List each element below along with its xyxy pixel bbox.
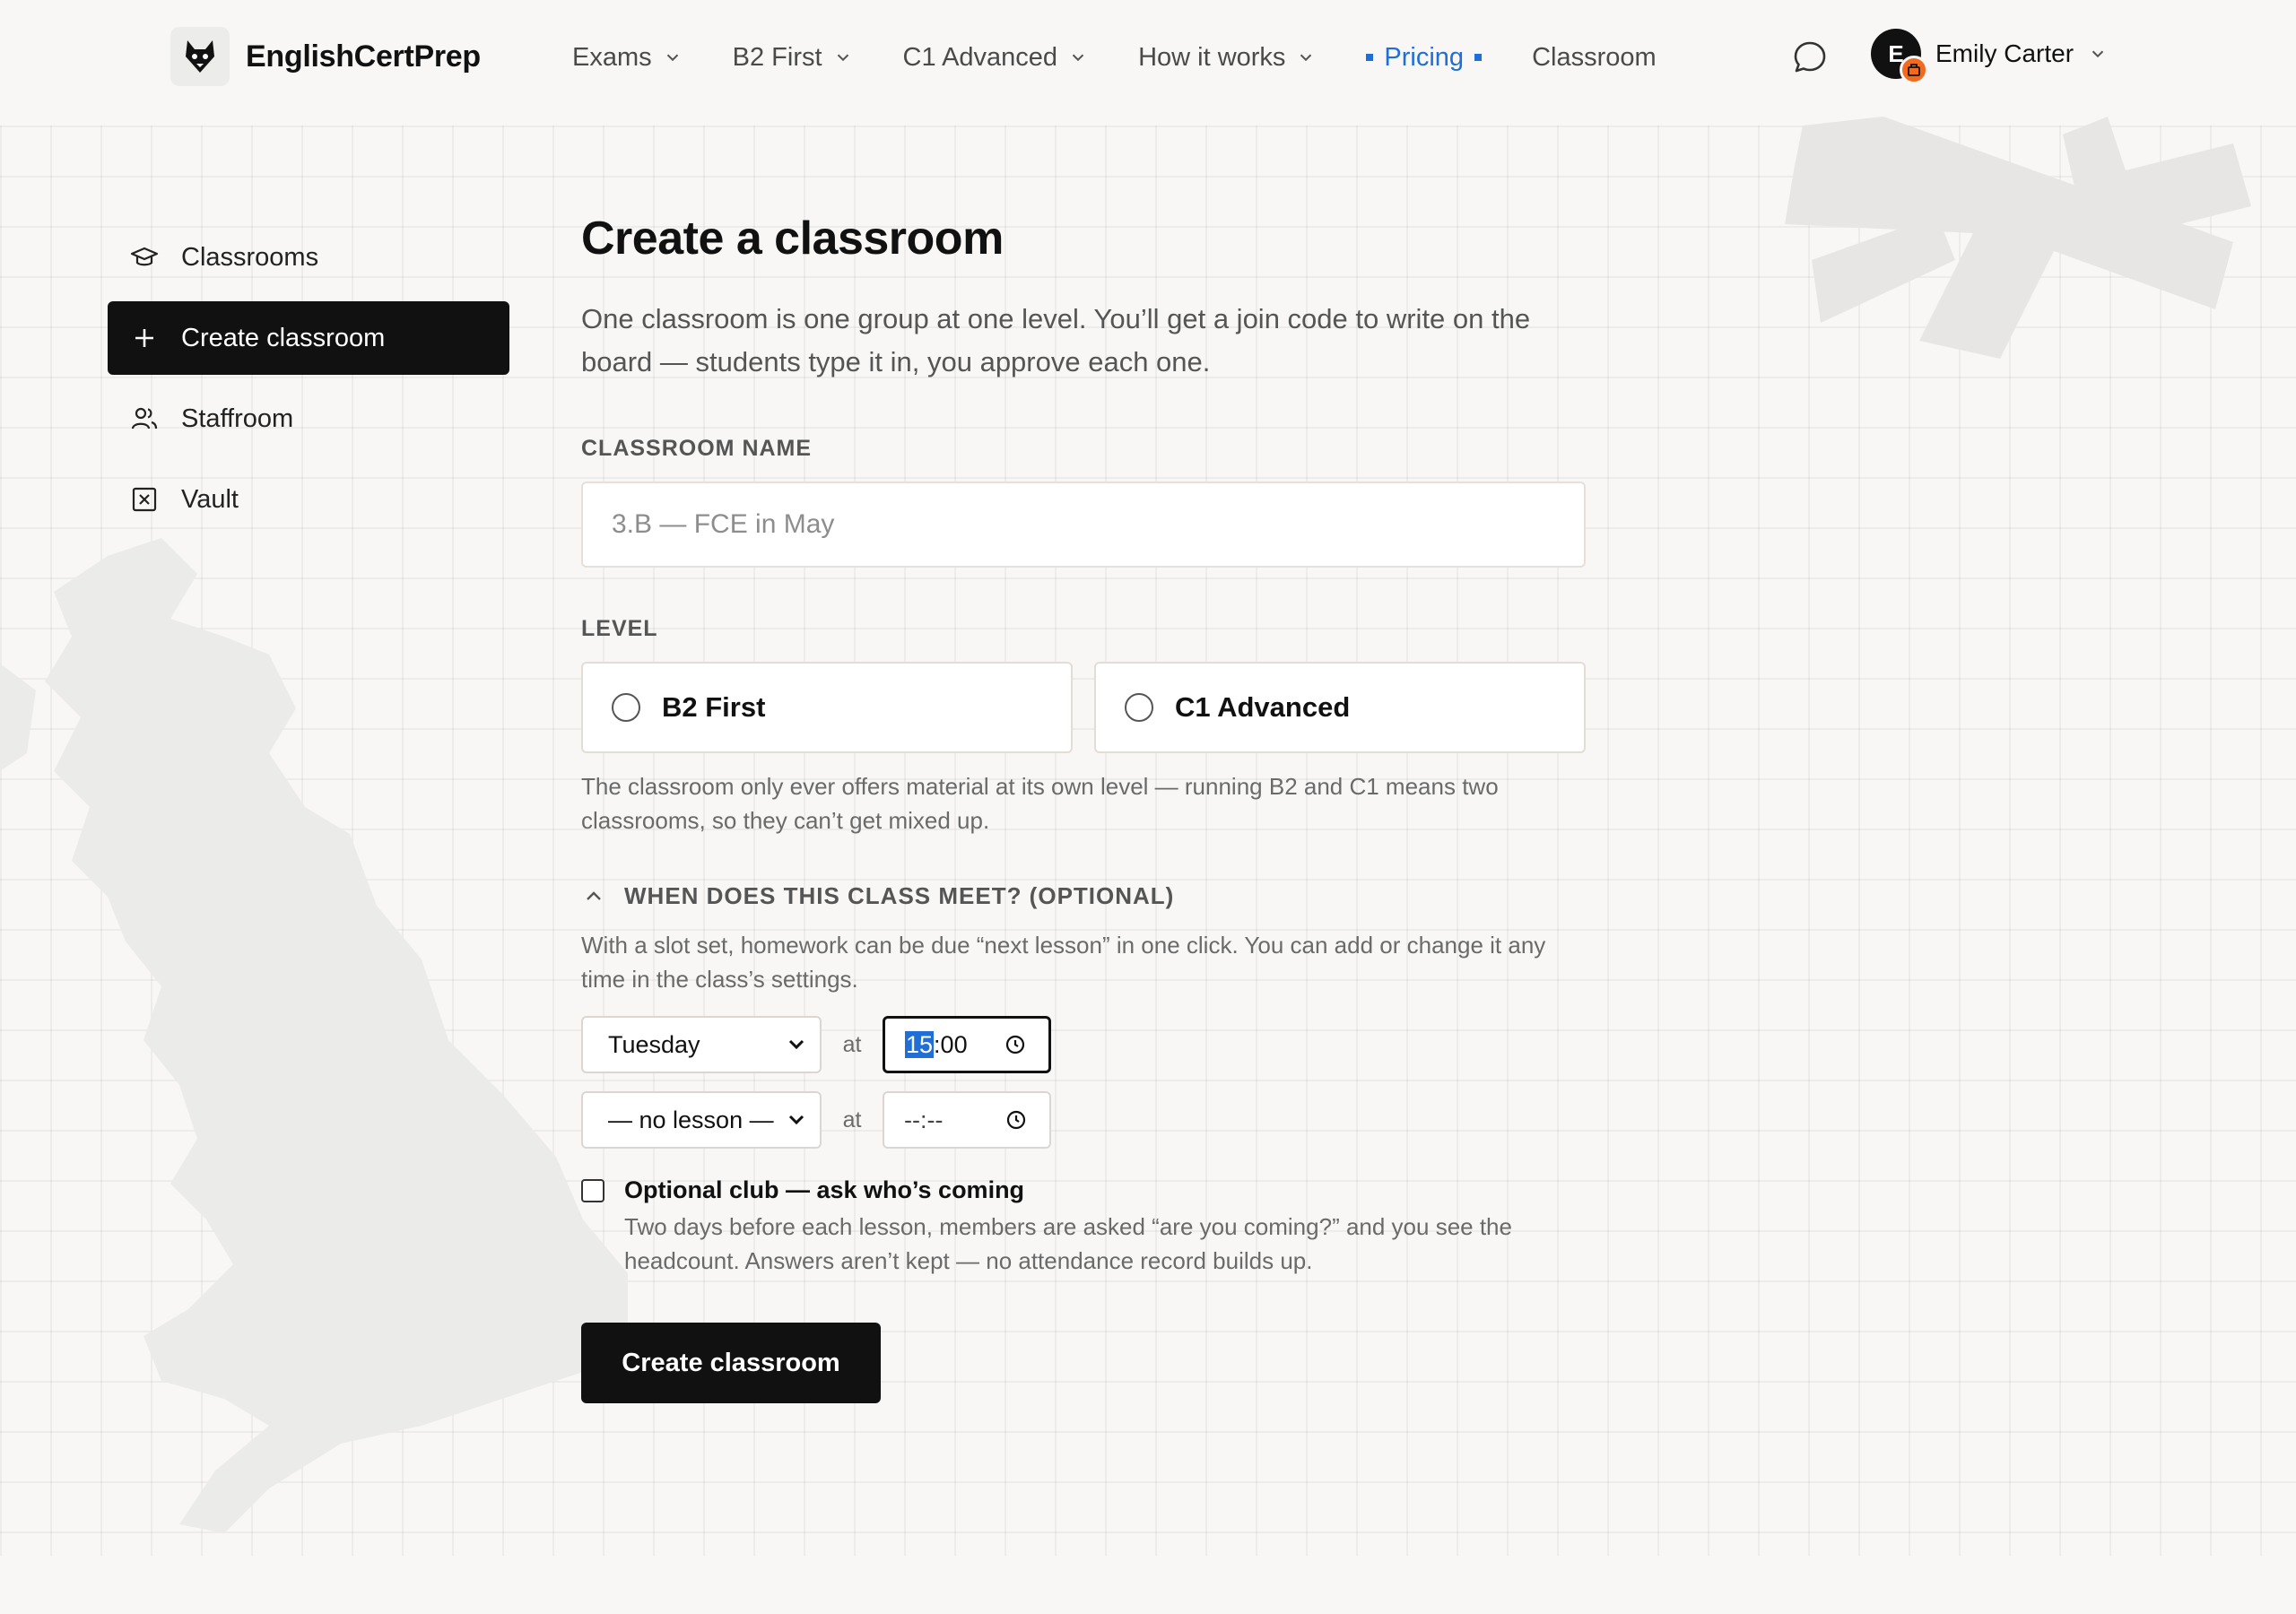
optional-club-row: Optional club — ask who’s coming Two day… [581, 1174, 1586, 1278]
nav-exams-label: Exams [572, 42, 652, 72]
brand[interactable]: EnglishCertPrep [170, 27, 481, 86]
nav-classroom-label: Classroom [1532, 42, 1657, 72]
fox-icon [170, 27, 230, 86]
optional-club-text: Optional club — ask who’s coming Two day… [624, 1174, 1602, 1278]
create-classroom-form: Create a classroom One classroom is one … [581, 212, 1586, 1403]
main-nav: Exams B2 First C1 Advanced How it works … [572, 36, 1707, 79]
chevron-down-icon [666, 54, 678, 62]
chevron-down-icon [788, 1039, 804, 1050]
nav-classroom[interactable]: Classroom [1532, 43, 1657, 73]
optional-club-checkbox[interactable] [581, 1179, 604, 1202]
slot-day-value: — no lesson — [608, 1106, 774, 1133]
sidebar-item-create-classroom[interactable]: Create classroom [108, 301, 509, 375]
nav-b2-first[interactable]: B2 First [733, 43, 853, 73]
nav-c1-advanced[interactable]: C1 Advanced [903, 43, 1089, 73]
sidebar-item-label: Create classroom [181, 323, 386, 352]
sidebar-item-classrooms[interactable]: Classrooms [108, 221, 509, 294]
slot-row-2: — no lesson — at --:-- [581, 1091, 1586, 1149]
nav-pricing-label: Pricing [1384, 42, 1465, 72]
create-classroom-button[interactable]: Create classroom [581, 1323, 881, 1403]
sidebar-item-label: Vault [181, 484, 239, 514]
sidebar-item-label: Staffroom [181, 404, 294, 433]
slot-1-time-input[interactable]: 15:00 [883, 1016, 1051, 1073]
slot-day-value: Tuesday [608, 1030, 700, 1058]
level-options: B2 First C1 Advanced [581, 662, 1586, 753]
nav-exams[interactable]: Exams [572, 43, 683, 73]
meet-help-text: With a slot set, homework can be due “ne… [581, 932, 1546, 993]
clock-icon[interactable] [1004, 1108, 1028, 1132]
classroom-name-input[interactable] [581, 482, 1586, 568]
time-hour-selected: 15 [905, 1030, 935, 1058]
page-title: Create a classroom [581, 213, 1004, 265]
badge-icon [1900, 56, 1928, 84]
at-label: at [842, 1031, 862, 1057]
users-icon [131, 407, 158, 430]
user-name: Emily Carter [1935, 39, 2074, 67]
meet-section-toggle[interactable]: WHEN DOES THIS CLASS MEET? (OPTIONAL) [581, 882, 1586, 910]
page-description: One classroom is one group at one level.… [581, 303, 1531, 377]
nav-how-it-works-label: How it works [1138, 42, 1286, 72]
slot-row-1: Tuesday at 15:00 [581, 1016, 1586, 1073]
radio-c1-advanced[interactable] [1125, 693, 1153, 722]
chevron-down-icon [837, 54, 848, 62]
chevron-down-icon [2092, 50, 2104, 58]
active-marker-left [1366, 54, 1374, 61]
radio-b2-first[interactable] [612, 693, 640, 722]
plus-icon [135, 329, 153, 347]
graduation-cap-icon [130, 247, 159, 266]
level-label: LEVEL [581, 616, 658, 641]
slot-2-day-select[interactable]: — no lesson — [581, 1091, 822, 1149]
chevron-down-icon [788, 1115, 804, 1125]
sidebar-item-label: Classrooms [181, 242, 319, 272]
asterisk-decoration [1785, 117, 2251, 359]
classroom-name-label: CLASSROOM NAME [581, 436, 813, 461]
level-option-label: C1 Advanced [1175, 691, 1351, 723]
time-minutes: :00 [934, 1030, 968, 1058]
optional-club-title[interactable]: Optional club — ask who’s coming [624, 1174, 1602, 1206]
chat-icon[interactable] [1792, 39, 1828, 75]
clock-icon[interactable] [1004, 1033, 1027, 1056]
time-value: --:-- [904, 1106, 944, 1133]
sidebar-item-vault[interactable]: Vault [108, 463, 509, 536]
sidebar: Classrooms Create classroom Staffroom Va… [108, 221, 509, 543]
slot-2-time-input[interactable]: --:-- [883, 1091, 1051, 1149]
level-option-label: B2 First [662, 691, 766, 723]
active-marker-right [1474, 54, 1483, 61]
sidebar-item-staffroom[interactable]: Staffroom [108, 382, 509, 456]
nav-pricing[interactable]: Pricing [1366, 42, 1483, 73]
time-value: 15:00 [905, 1030, 968, 1059]
brand-name: EnglishCertPrep [246, 39, 481, 74]
level-help-text: The classroom only ever offers material … [581, 773, 1499, 834]
chevron-down-icon [1072, 54, 1084, 62]
avatar: E [1871, 29, 1928, 84]
level-option-b2-first[interactable]: B2 First [581, 662, 1073, 753]
vault-x-icon [132, 487, 157, 512]
meet-section-label: WHEN DOES THIS CLASS MEET? (OPTIONAL) [624, 882, 1175, 909]
map-decoration [0, 538, 628, 1533]
top-header: EnglishCertPrep Exams B2 First C1 Advanc… [0, 0, 2296, 115]
optional-club-description: Two days before each lesson, members are… [624, 1213, 1512, 1274]
user-menu[interactable]: E Emily Carter [1871, 29, 2108, 84]
level-option-c1-advanced[interactable]: C1 Advanced [1094, 662, 1586, 753]
slot-1-day-select[interactable]: Tuesday [581, 1016, 822, 1073]
chevron-up-icon [587, 890, 601, 900]
chevron-down-icon [1300, 54, 1312, 62]
at-label: at [842, 1106, 862, 1132]
nav-c1-advanced-label: C1 Advanced [902, 42, 1058, 72]
nav-how-it-works[interactable]: How it works [1138, 43, 1316, 73]
nav-b2-first-label: B2 First [732, 42, 822, 72]
